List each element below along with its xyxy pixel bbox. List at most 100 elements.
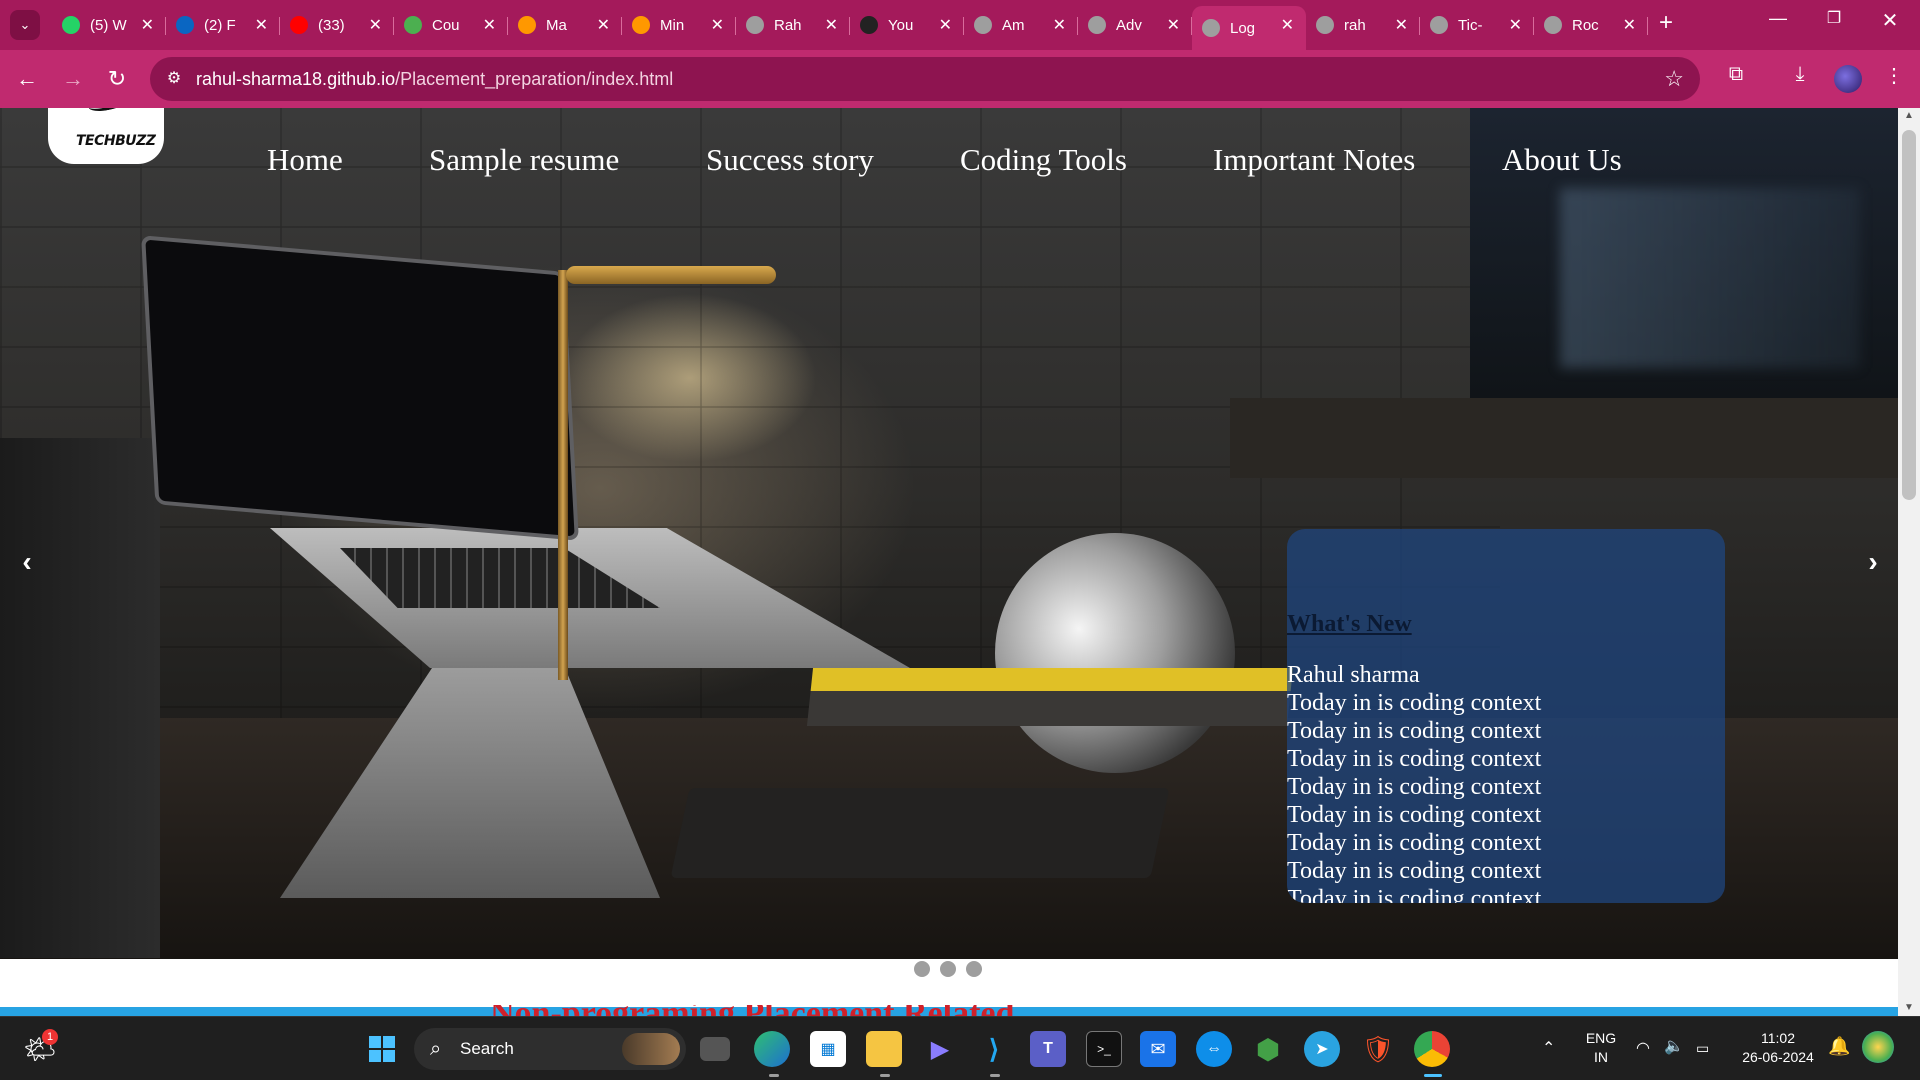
clock[interactable]: 11:02 26-06-2024: [1734, 1029, 1822, 1067]
close-tab-icon[interactable]: ✕: [1281, 15, 1294, 35]
volume-icon[interactable]: 🔈: [1664, 1037, 1684, 1056]
github-icon: [860, 16, 878, 34]
nav-success-story[interactable]: Success story: [706, 142, 874, 178]
battery-icon[interactable]: ▭: [1696, 1039, 1709, 1058]
site-logo[interactable]: TECHBUZZ: [48, 108, 164, 164]
task-view-icon[interactable]: [700, 1037, 730, 1061]
carousel-dot[interactable]: [966, 961, 982, 977]
browser-tab[interactable]: Ma ✕: [508, 6, 622, 44]
carousel-indicators: [914, 961, 982, 977]
telegram-icon[interactable]: ➤: [1304, 1031, 1340, 1067]
profile-avatar[interactable]: [1834, 65, 1862, 93]
browser-tab[interactable]: Log ✕: [1192, 6, 1306, 50]
notification-bell-icon[interactable]: 🔔: [1828, 1037, 1850, 1056]
wifi-icon[interactable]: ◠: [1636, 1039, 1650, 1058]
nav-important-notes[interactable]: Important Notes: [1213, 142, 1415, 178]
globe-icon: [1088, 16, 1106, 34]
close-window-button[interactable]: ✕: [1870, 8, 1910, 33]
browser-tab[interactable]: Roc ✕: [1534, 6, 1648, 44]
scroll-up-arrow-icon[interactable]: ▲: [1902, 110, 1916, 121]
close-tab-icon[interactable]: ✕: [1623, 15, 1636, 35]
reload-button[interactable]: ↻: [100, 62, 134, 96]
close-tab-icon[interactable]: ✕: [711, 15, 724, 35]
extensions-icon[interactable]: ⧉: [1720, 63, 1752, 86]
browser-tab[interactable]: (2) F ✕: [166, 6, 280, 44]
clock-time: 11:02: [1761, 1030, 1795, 1046]
browser-tab[interactable]: Rah ✕: [736, 6, 850, 44]
close-tab-icon[interactable]: ✕: [1509, 15, 1522, 35]
language-indicator[interactable]: ENG IN: [1578, 1029, 1624, 1067]
nav-sample-resume[interactable]: Sample resume: [429, 142, 619, 178]
close-tab-icon[interactable]: ✕: [1053, 15, 1066, 35]
taskbar-search[interactable]: ⌕ Search: [414, 1028, 686, 1070]
vscode-icon[interactable]: ⟩: [976, 1031, 1012, 1067]
minimize-button[interactable]: —: [1758, 8, 1798, 29]
close-tab-icon[interactable]: ✕: [141, 15, 154, 35]
news-item: Today in is coding context: [1287, 718, 1542, 744]
url-host: rahul-sharma18.github.io: [196, 69, 396, 89]
shield-app-icon[interactable]: ⬢: [1250, 1031, 1286, 1067]
browser-tab[interactable]: Cou ✕: [394, 6, 508, 44]
carousel-next-button[interactable]: ›: [1858, 546, 1888, 578]
close-tab-icon[interactable]: ✕: [483, 15, 496, 35]
news-item: Today in is coding context: [1287, 886, 1542, 903]
close-tab-icon[interactable]: ✕: [1395, 15, 1408, 35]
brave-icon[interactable]: 🛡: [1360, 1031, 1396, 1067]
browser-tab[interactable]: Min ✕: [622, 6, 736, 44]
close-tab-icon[interactable]: ✕: [1167, 15, 1180, 35]
tray-overflow-chevron-icon[interactable]: ⌃: [1542, 1039, 1555, 1058]
chrome-icon[interactable]: [1414, 1031, 1450, 1067]
edge-icon[interactable]: [754, 1031, 790, 1067]
nav-home[interactable]: Home: [267, 142, 343, 178]
site-info-icon[interactable]: ⚙: [162, 67, 186, 91]
browser-tab[interactable]: Tic- ✕: [1420, 6, 1534, 44]
download-icon[interactable]: ⤓: [1784, 63, 1816, 86]
bookmark-star-icon[interactable]: ☆: [1664, 66, 1684, 92]
edge-running-indicator: [769, 1074, 779, 1077]
close-tab-icon[interactable]: ✕: [597, 15, 610, 35]
browser-tab[interactable]: (33) ✕: [280, 6, 394, 44]
file-explorer-icon[interactable]: [866, 1031, 902, 1067]
carousel-prev-button[interactable]: ‹: [12, 546, 42, 578]
terminal-icon[interactable]: >_: [1086, 1031, 1122, 1067]
menu-kebab-icon[interactable]: ⋮: [1878, 63, 1910, 88]
teamviewer-icon[interactable]: ⇔: [1196, 1031, 1232, 1067]
nav-about-us[interactable]: About Us: [1502, 142, 1622, 178]
browser-tab[interactable]: (5) W ✕: [52, 6, 166, 44]
tab-search-button[interactable]: ⌄: [10, 10, 40, 40]
media-icon[interactable]: ▶: [922, 1031, 958, 1067]
page-scrollbar[interactable]: ▲ ▼: [1898, 108, 1920, 1016]
windows-start-icon[interactable]: [364, 1031, 400, 1067]
tab-title: Log: [1230, 19, 1256, 37]
teams-icon[interactable]: T: [1030, 1031, 1066, 1067]
scroll-down-arrow-icon[interactable]: ▼: [1902, 1002, 1916, 1013]
close-tab-icon[interactable]: ✕: [939, 15, 952, 35]
coursera-icon: [404, 16, 422, 34]
whatsapp-icon: [62, 16, 80, 34]
new-tab-button[interactable]: +: [1652, 10, 1680, 38]
browser-tab[interactable]: You ✕: [850, 6, 964, 44]
youtube-icon: [290, 16, 308, 34]
store-icon[interactable]: ▦: [810, 1031, 846, 1067]
close-tab-icon[interactable]: ✕: [369, 15, 382, 35]
restore-button[interactable]: ❐: [1814, 8, 1854, 28]
laptop-screen: [141, 235, 579, 541]
url-text[interactable]: rahul-sharma18.github.io/Placement_prepa…: [196, 69, 673, 90]
bolt-icon: [632, 16, 650, 34]
browser-tab[interactable]: Am ✕: [964, 6, 1078, 44]
back-button[interactable]: ←: [10, 62, 44, 96]
close-tab-icon[interactable]: ✕: [255, 15, 268, 35]
nav-coding-tools[interactable]: Coding Tools: [960, 142, 1127, 178]
mail-icon[interactable]: ✉: [1140, 1031, 1176, 1067]
carousel-dot[interactable]: [940, 961, 956, 977]
forward-button[interactable]: →: [56, 62, 90, 96]
copilot-icon[interactable]: [1862, 1031, 1894, 1063]
carousel-dot[interactable]: [914, 961, 930, 977]
address-bar[interactable]: ⚙ rahul-sharma18.github.io/Placement_pre…: [150, 57, 1700, 101]
chrome-running-indicator: [1424, 1074, 1442, 1077]
close-tab-icon[interactable]: ✕: [825, 15, 838, 35]
browser-tab[interactable]: rah ✕: [1306, 6, 1420, 44]
browser-tab[interactable]: Adv ✕: [1078, 6, 1192, 44]
scrollbar-thumb[interactable]: [1902, 130, 1916, 500]
tab-title: rah: [1344, 16, 1366, 34]
